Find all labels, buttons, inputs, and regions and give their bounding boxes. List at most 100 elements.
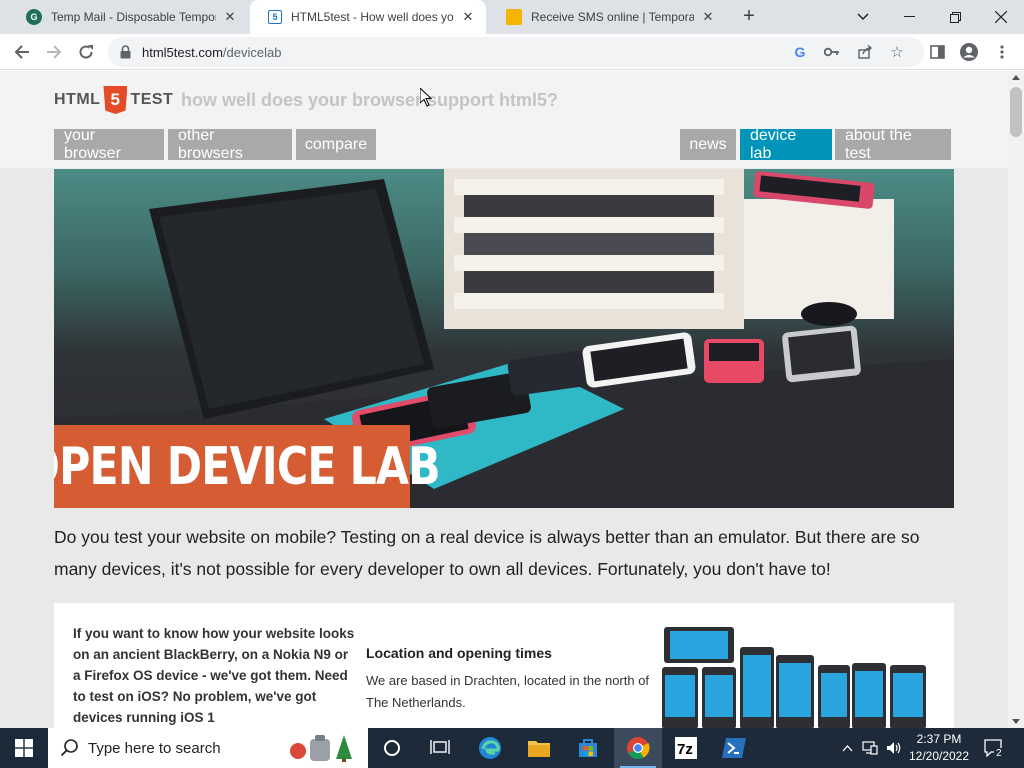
close-tab-icon[interactable]: ✕ [222,9,238,25]
tab-tempmail[interactable]: G Temp Mail - Disposable Tempora ✕ [8,0,248,34]
nav-your-browser[interactable]: your browser [54,127,164,162]
lock-icon[interactable] [120,45,131,64]
location-heading: Location and opening times [366,645,552,661]
forward-button[interactable] [42,40,66,64]
powershell-icon [722,738,746,758]
task-view-button[interactable] [416,728,464,768]
new-tab-button[interactable]: + [738,5,760,29]
scroll-thumb[interactable] [1010,87,1022,137]
back-button[interactable] [10,40,34,64]
info-panel: If you want to know how your website loo… [54,603,954,728]
device-phone [702,667,736,728]
minimize-button[interactable] [886,0,932,34]
location-text: We are based in Drachten, located in the… [366,673,650,710]
tab-html5test[interactable]: 5 HTML5test - How well does your ✕ [250,0,486,34]
devices-description: If you want to know how your website loo… [73,626,355,725]
html5-icon: 5 [268,10,282,24]
intro-text: Do you test your website on mobile? Test… [54,527,920,579]
device-phone [852,663,886,728]
start-button[interactable] [0,728,48,768]
tab-title: HTML5test - How well does your [291,10,454,24]
site-header: HTML 5 TEST how well does your browser s… [0,71,1008,168]
logo-number: 5 [110,90,121,109]
edge-icon [479,737,501,759]
menu-kebab-icon[interactable] [993,43,1011,61]
restore-button[interactable] [932,0,978,34]
tab-search-chevron-icon[interactable] [840,0,886,34]
side-panel-icon[interactable] [928,43,946,61]
windows-logo-icon [15,739,33,757]
html5-shield-icon: 5 [103,86,128,114]
scroll-down-icon[interactable] [1012,719,1020,724]
task-view-icon [430,740,450,754]
close-tab-icon[interactable]: ✕ [460,9,476,25]
key-icon[interactable] [824,44,840,60]
device-phone [890,665,926,728]
chrome-button[interactable] [614,728,662,768]
taskbar-search[interactable]: Type here to search [48,728,368,768]
url-host: html5test.com [142,45,223,60]
url-text[interactable]: html5test.com/devicelab [142,45,281,60]
address-bar[interactable]: html5test.com/devicelab G ☆ [108,37,924,67]
microsoft-store-button[interactable] [564,728,612,768]
profile-avatar-icon[interactable] [960,43,978,61]
7zip-icon: 7z [675,737,697,759]
nav-other-browsers[interactable]: other browsers [168,127,292,162]
nav-device-lab[interactable]: device lab [740,127,832,162]
device-tablet [664,627,734,663]
edge-button[interactable] [466,728,514,768]
cortana-icon [384,740,400,756]
hero-banner: OPEN DEVICE LAB [54,425,441,508]
logo-html: HTML [54,91,101,108]
html5test-logo[interactable]: HTML 5 TEST [54,85,173,115]
system-clock[interactable]: 2:37 PM 12/20/2022 [900,731,978,765]
svg-text:7z: 7z [677,741,693,758]
store-icon [579,739,597,757]
close-tab-icon[interactable]: ✕ [700,9,716,25]
nav-about-the-test[interactable]: about the test [835,127,951,162]
page-viewport: HTML 5 TEST how well does your browser s… [0,71,1008,728]
page-scrollbar[interactable] [1008,71,1024,728]
hero-image: OPEN DEVICE LAB [54,169,954,508]
chrome-icon [627,737,650,759]
device-phone [818,665,850,728]
search-placeholder: Type here to search [88,739,221,757]
cortana-button[interactable] [368,728,416,768]
device-phone [776,655,814,728]
google-translate-icon[interactable]: G [792,44,808,60]
sms-icon [506,9,522,25]
show-hidden-icons-button[interactable] [838,728,856,768]
nav-compare[interactable]: compare [296,129,376,160]
close-window-button[interactable] [978,0,1024,34]
tab-title: Temp Mail - Disposable Tempora [51,10,216,24]
holiday-decoration-icon [290,735,352,762]
site-tagline: how well does your browser support html5… [181,90,559,110]
devices-illustration [662,627,932,728]
bookmark-star-icon[interactable]: ☆ [889,44,905,61]
browser-toolbar: html5test.com/devicelab G ☆ [0,34,1024,70]
search-icon [60,739,78,757]
device-phone [740,647,774,728]
file-explorer-button[interactable] [515,728,563,768]
tab-receive-sms[interactable]: Receive SMS online | Temporary ✕ [488,0,726,34]
scroll-up-icon[interactable] [1012,75,1020,80]
folder-icon [528,741,550,757]
action-center-button[interactable]: 2 [982,728,1006,768]
tempmail-icon: G [26,9,42,25]
page-content: OPEN DEVICE LAB Do you test your website… [0,168,1008,728]
mouse-cursor-icon [420,88,432,107]
reload-button[interactable] [74,40,98,64]
nav-news[interactable]: news [680,129,736,160]
network-icon[interactable] [860,728,880,768]
hero-title: OPEN DEVICE LAB [54,436,441,497]
device-phone [662,667,698,728]
clock-date: 12/20/2022 [908,749,970,763]
windows-taskbar: Type here to search 7z 2:37 PM 12/20/202… [0,728,1024,768]
location-section: Location and opening times We are based … [366,645,651,714]
share-icon[interactable] [857,44,873,60]
logo-test: TEST [130,91,174,108]
tab-strip: G Temp Mail - Disposable Tempora ✕ 5 HTM… [0,0,1024,34]
powershell-button[interactable] [710,728,758,768]
7zip-button[interactable]: 7z [662,728,710,768]
notification-count: 2 [994,748,1004,759]
